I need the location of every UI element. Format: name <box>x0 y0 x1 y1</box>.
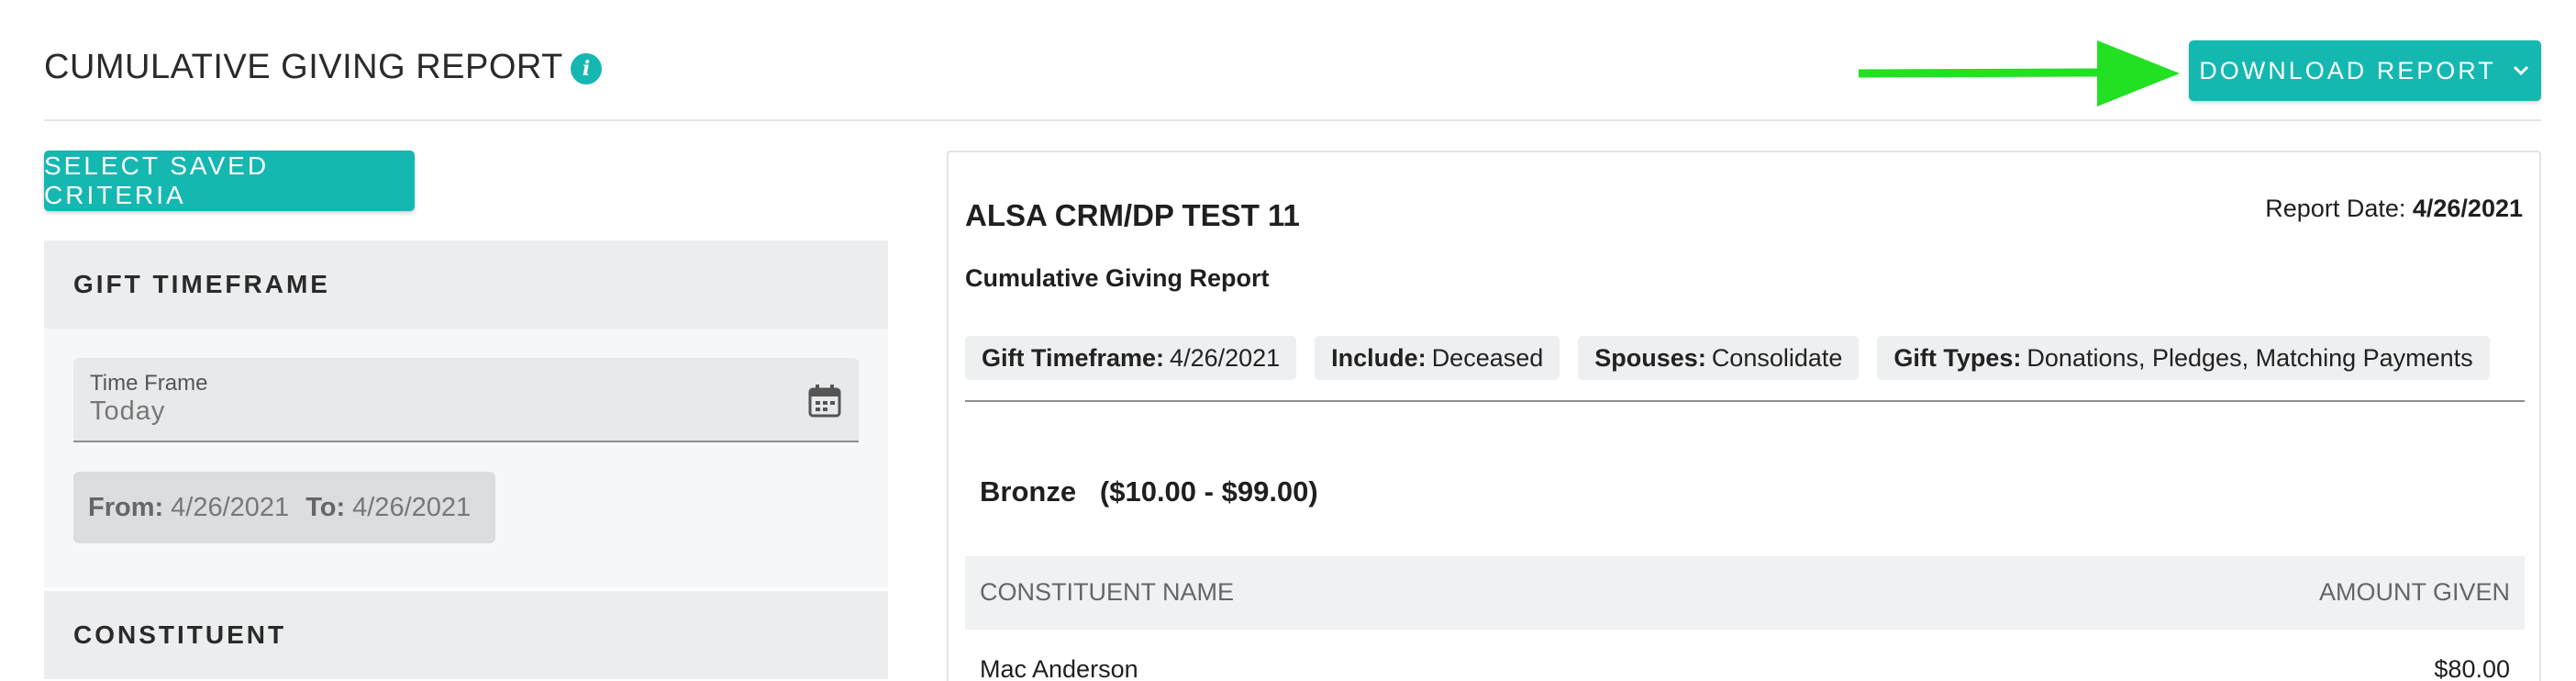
select-saved-criteria-button[interactable]: SELECT SAVED CRITERIA <box>44 151 415 211</box>
page-title: CUMULATIVE GIVING REPORT <box>44 48 563 86</box>
criteria-divider <box>965 400 2525 402</box>
arrow-pointer-icon <box>1859 40 2180 106</box>
criteria-chip: Gift Timeframe: 4/26/2021 <box>965 336 1297 380</box>
download-report-button[interactable]: DOWNLOAD REPORT <box>2189 40 2541 101</box>
time-frame-value: Today <box>90 396 166 426</box>
table-row: Mac Anderson $80.00 <box>965 630 2525 681</box>
criteria-chip: Gift Types: Donations, Pledges, Matching… <box>1877 336 2490 380</box>
table-header: CONSTITUENT NAME AMOUNT GIVEN <box>965 556 2525 630</box>
org-name: ALSA CRM/DP TEST 11 <box>965 198 1300 232</box>
to-value: 4/26/2021 <box>352 492 472 522</box>
criteria-label: Spouses: <box>1594 343 1706 372</box>
date-range-display: From: 4/26/2021 To: 4/26/2021 <box>73 472 495 543</box>
section-gift-timeframe[interactable]: GIFT TIMEFRAME <box>44 240 888 329</box>
criteria-label: Gift Types: <box>1893 343 2022 372</box>
report-date-value: 4/26/2021 <box>2412 195 2523 222</box>
calendar-icon[interactable] <box>807 384 842 419</box>
criteria-chip: Spouses: Consolidate <box>1578 336 1860 380</box>
report-date: Report Date: 4/26/2021 <box>2265 195 2523 223</box>
criteria-value: Deceased <box>1431 343 1544 372</box>
column-amount-given: AMOUNT GIVEN <box>2318 578 2510 606</box>
tier-heading: Bronze ($10.00 - $99.00) <box>980 475 1318 508</box>
criteria-value: Donations, Pledges, Matching Payments <box>2026 343 2473 372</box>
time-frame-select[interactable]: Time Frame Today <box>73 358 859 442</box>
criteria-chip: Include: Deceased <box>1315 336 1560 380</box>
report-preview: ALSA CRM/DP TEST 11 Report Date: 4/26/20… <box>947 151 2541 681</box>
from-value: 4/26/2021 <box>171 492 290 522</box>
criteria-value: 4/26/2021 <box>1170 343 1281 372</box>
download-report-label: DOWNLOAD REPORT <box>2199 56 2496 84</box>
to-label: To: <box>305 492 346 522</box>
column-constituent-name: CONSTITUENT NAME <box>980 578 1235 606</box>
from-label: From: <box>88 492 164 522</box>
chevron-down-icon <box>2513 65 2528 76</box>
time-frame-label: Time Frame <box>90 371 208 396</box>
constituent-name: Mac Anderson <box>980 655 1138 681</box>
criteria-label: Gift Timeframe: <box>982 343 1165 372</box>
criteria-chips: Gift Timeframe: 4/26/2021 Include: Decea… <box>965 336 2490 380</box>
section-constituent[interactable]: CONSTITUENT <box>44 591 888 679</box>
header-divider <box>44 119 2541 121</box>
report-subtitle: Cumulative Giving Report <box>965 264 1270 292</box>
criteria-label: Include: <box>1331 343 1427 372</box>
info-icon[interactable]: i <box>571 53 602 84</box>
amount-given: $80.00 <box>2434 655 2510 681</box>
report-date-label: Report Date: <box>2265 195 2406 222</box>
page-header: CUMULATIVE GIVING REPORT i DOWNLOAD REPO… <box>0 0 2576 121</box>
criteria-value: Consolidate <box>1711 343 1843 372</box>
